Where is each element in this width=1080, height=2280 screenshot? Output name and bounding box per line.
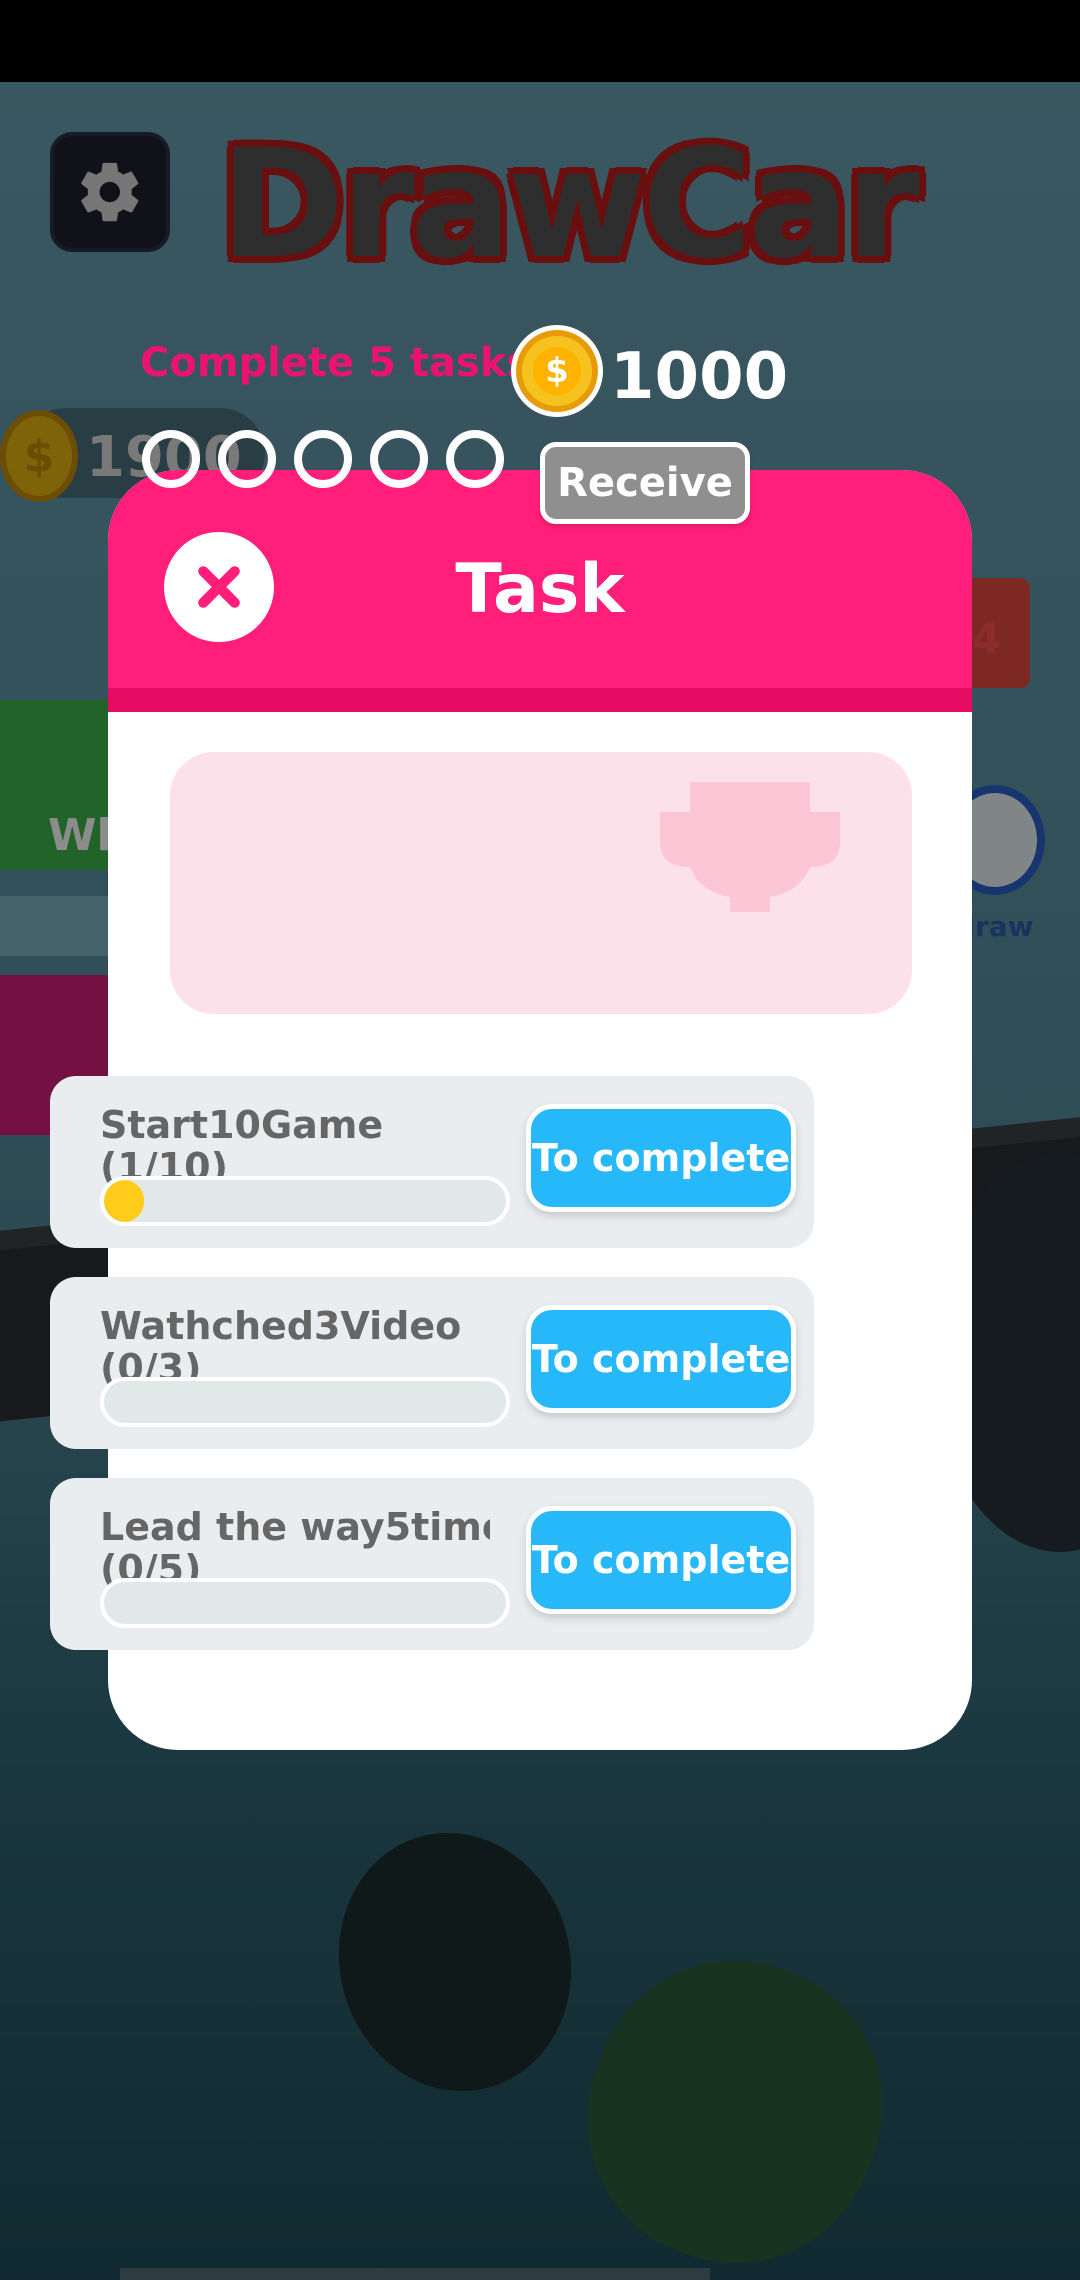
task-progress-fill xyxy=(104,1180,145,1222)
completion-circle xyxy=(446,430,504,488)
summary-card xyxy=(170,752,912,1014)
task-progress-bar xyxy=(100,1176,510,1226)
to-complete-button[interactable]: To complete xyxy=(526,1104,796,1212)
dialog-header-stripe xyxy=(108,688,972,712)
completion-circle xyxy=(370,430,428,488)
dialog-title: Task xyxy=(455,550,625,629)
task-progress-bar xyxy=(100,1377,510,1427)
summary-text: Complete 5 tasks xyxy=(140,340,531,386)
task-row: Start10Game (1/10) To complete xyxy=(50,1076,814,1248)
to-complete-button[interactable]: To complete xyxy=(526,1305,796,1413)
task-row: Lead the way5times (0/5) To complete xyxy=(50,1478,814,1650)
reward-amount: 1000 xyxy=(610,340,789,414)
status-bar xyxy=(0,0,1080,82)
trophy-watermark-icon xyxy=(660,782,840,912)
task-progress-bar xyxy=(100,1578,510,1628)
task-label: Start10Game (1/10) xyxy=(100,1104,384,1184)
task-label: Lead the way5times (0/5) xyxy=(100,1506,490,1586)
to-complete-button[interactable]: To complete xyxy=(526,1506,796,1614)
task-row: Wathched3Video (0/3) To complete xyxy=(50,1277,814,1449)
task-completion-circles xyxy=(142,430,504,488)
dollar-coin-icon: $ xyxy=(516,330,598,412)
bottom-nav-bar xyxy=(120,2268,710,2280)
completion-circle xyxy=(142,430,200,488)
completion-circle xyxy=(218,430,276,488)
completion-circle xyxy=(294,430,352,488)
task-label: Wathched3Video (0/3) xyxy=(100,1305,462,1385)
receive-button[interactable]: Receive xyxy=(540,442,750,524)
